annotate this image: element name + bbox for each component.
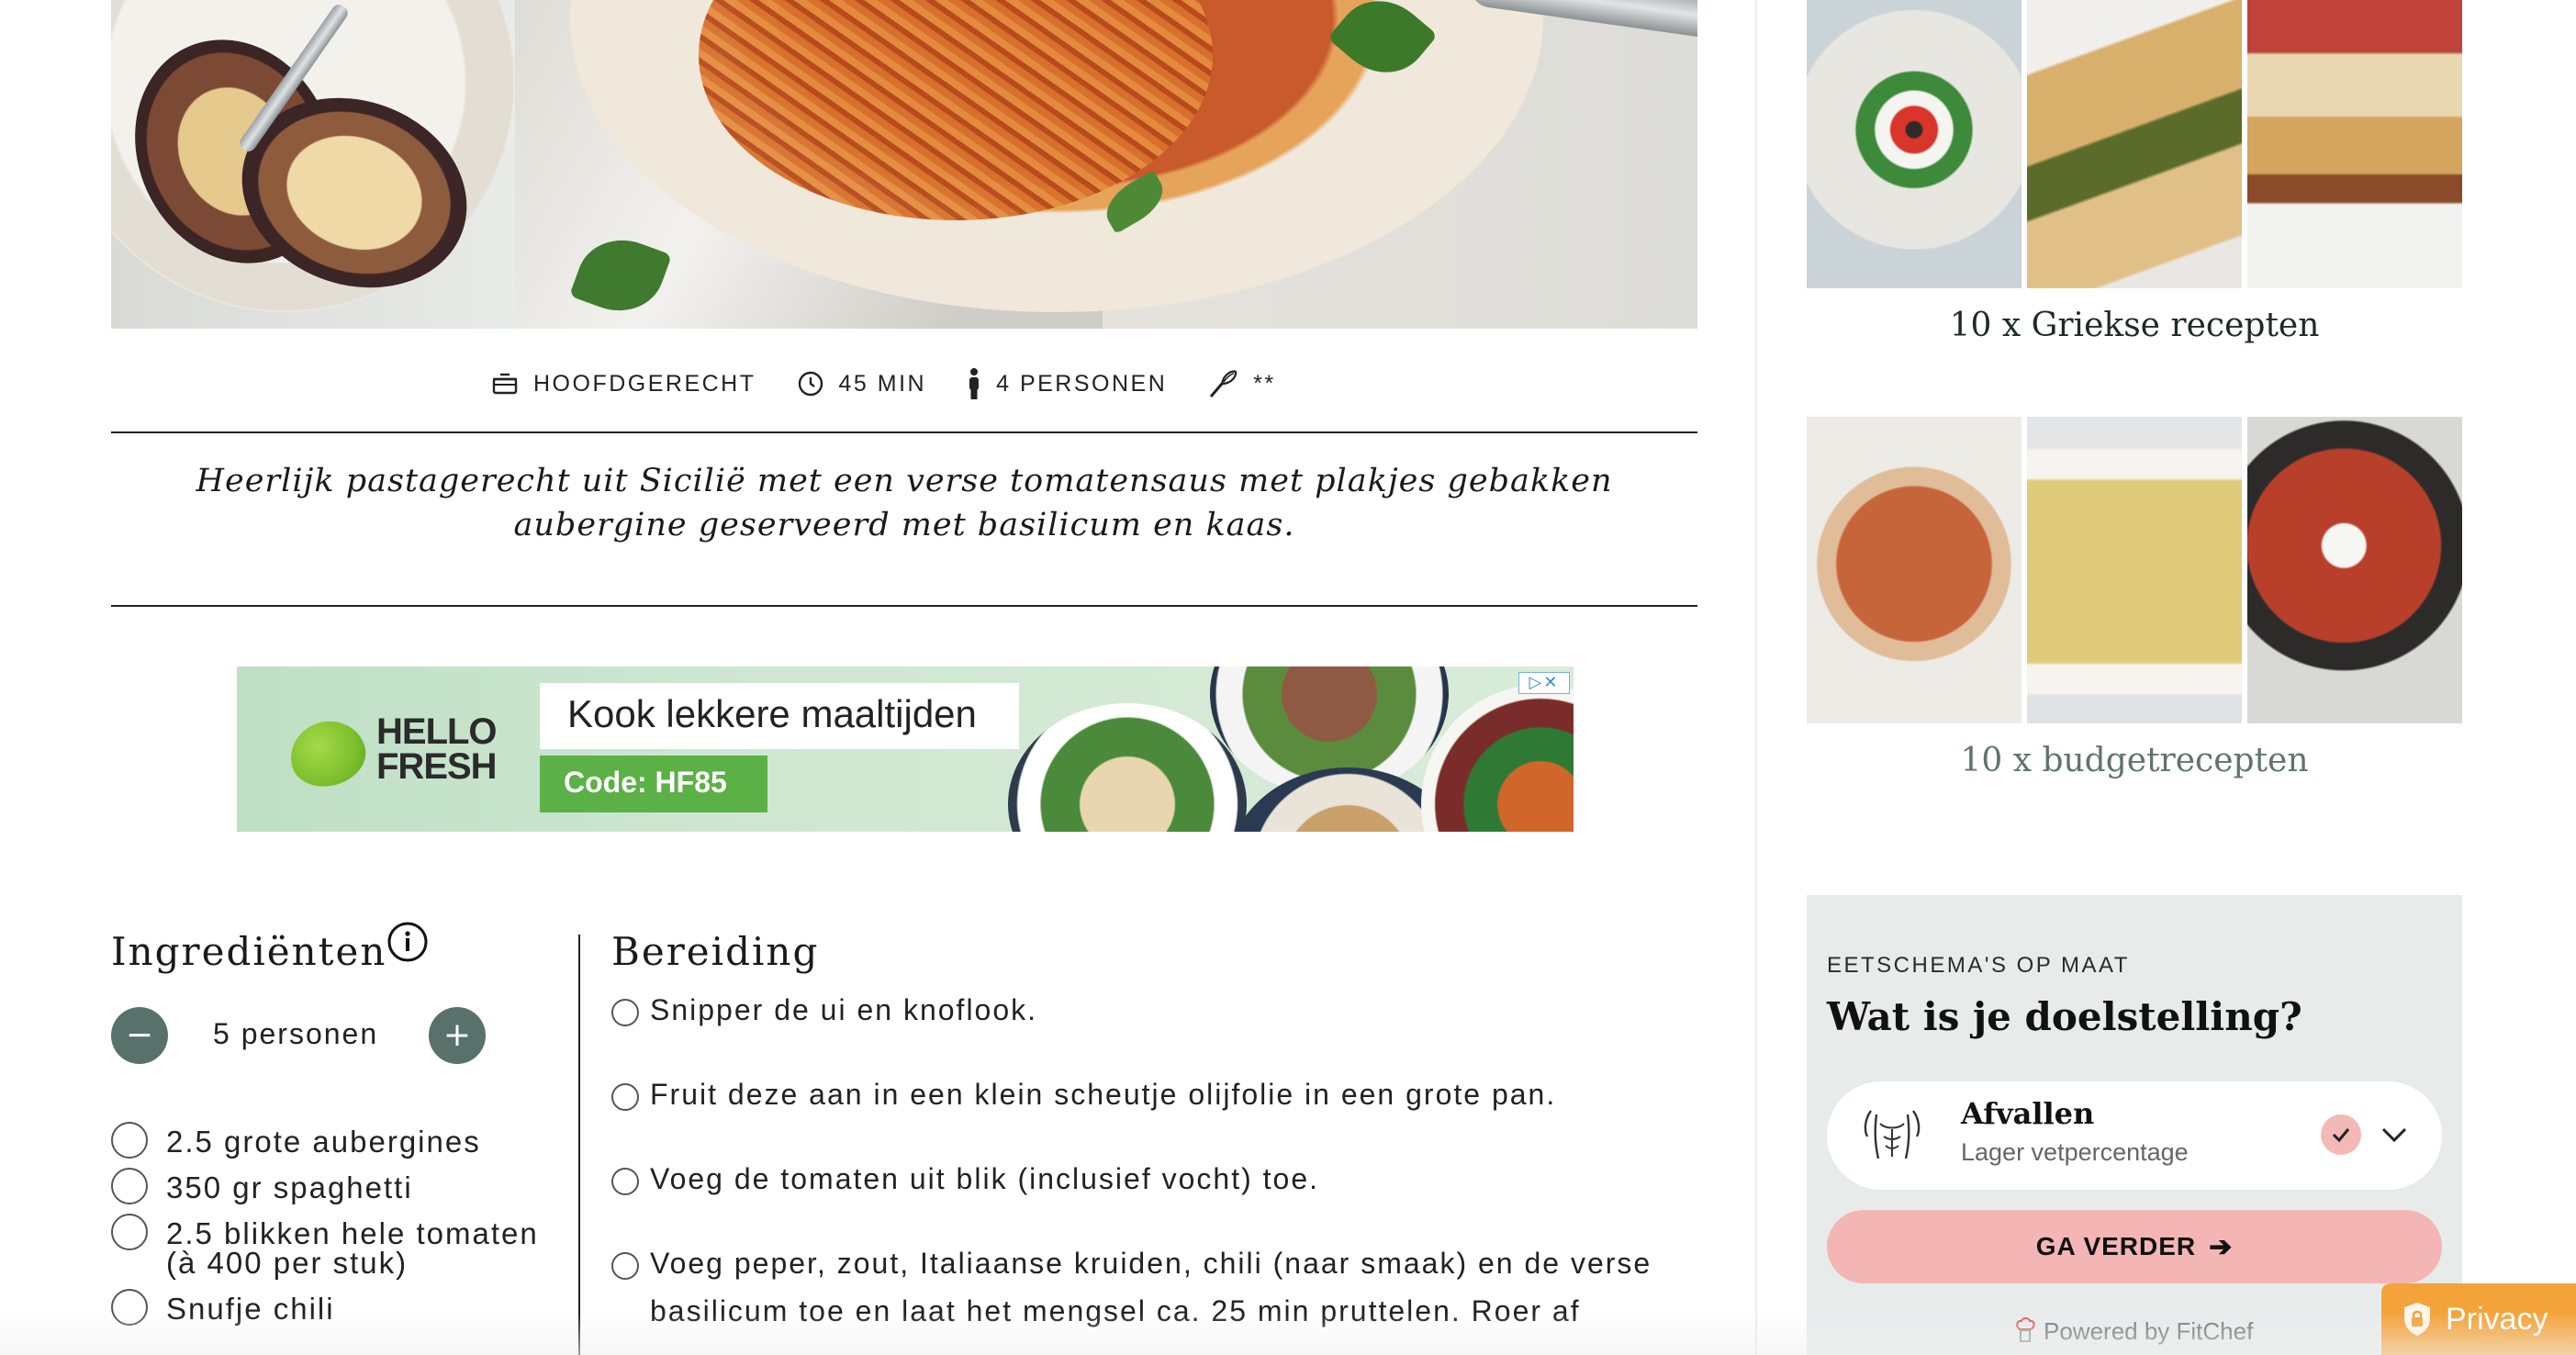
powered-by-fitchef[interactable]: Powered by FitChef bbox=[2014, 1316, 2253, 1346]
ingredient-item[interactable]: 2.5 blikken hele tomaten (à 400 per stuk… bbox=[111, 1214, 570, 1278]
arrow-right-icon: ➔ bbox=[2209, 1231, 2234, 1262]
column-divider bbox=[578, 935, 580, 1355]
step-checkbox[interactable] bbox=[611, 1083, 639, 1111]
budget-collection-images[interactable] bbox=[1807, 417, 2462, 723]
fitchef-kicker: EETSCHEMA'S OP MAAT bbox=[1827, 953, 2130, 978]
servings-label: 4 PERSONEN bbox=[996, 370, 1168, 397]
step-checkbox[interactable] bbox=[611, 1252, 639, 1280]
ad-choices-close-icon[interactable]: ▷✕ bbox=[1518, 672, 1570, 694]
preparation-step[interactable]: Fruit deze aan in een klein scheutje oli… bbox=[611, 1078, 1695, 1118]
ad-brand: HELLO FRESH bbox=[376, 711, 498, 787]
time-meta: 45 MIN bbox=[797, 370, 927, 398]
fitchef-title: Wat is je doelstelling? bbox=[1827, 994, 2302, 1039]
ad-code: Code: HF85 bbox=[564, 766, 727, 799]
check-icon bbox=[2321, 1114, 2361, 1155]
fitchef-logo-icon bbox=[2016, 1317, 2035, 1342]
goal-option-subtitle: Lager vetpercentage bbox=[1961, 1138, 2189, 1166]
preparation-step[interactable]: Voeg de tomaten uit blik (inclusief voch… bbox=[611, 1162, 1695, 1203]
time-label: 45 MIN bbox=[838, 370, 927, 397]
ingredient-checkbox[interactable] bbox=[111, 1168, 148, 1204]
ingredient-checkbox[interactable] bbox=[111, 1122, 148, 1159]
decrease-servings-button[interactable]: − bbox=[111, 1007, 168, 1064]
shield-lock-icon bbox=[2404, 1303, 2430, 1336]
continue-button[interactable]: GA VERDER ➔ bbox=[1827, 1210, 2442, 1283]
hellofresh-ad-banner[interactable]: HELLO FRESH Kook lekkere maaltijden Code… bbox=[237, 666, 1574, 832]
ingredient-checkbox[interactable] bbox=[111, 1214, 148, 1250]
difficulty-label: ** bbox=[1253, 370, 1276, 397]
clock-icon bbox=[798, 371, 823, 397]
privacy-button[interactable]: Privacy bbox=[2381, 1283, 2576, 1355]
whisk-icon bbox=[1210, 370, 1238, 398]
person-icon bbox=[969, 368, 980, 399]
lime-logo-icon bbox=[283, 712, 373, 795]
preparation-step[interactable]: Snipper de ui en knoflook. bbox=[611, 993, 1695, 1034]
increase-servings-button[interactable]: + bbox=[429, 1007, 486, 1064]
body-icon bbox=[1864, 1110, 1921, 1159]
divider-bottom bbox=[111, 605, 1697, 607]
goal-option: Afvallen bbox=[1961, 1096, 2095, 1131]
greek-collection-link[interactable]: 10 x Griekse recepten bbox=[1807, 307, 2462, 344]
ingredient-item[interactable]: Snufje chili bbox=[111, 1289, 570, 1326]
difficulty-meta: ** bbox=[1207, 368, 1275, 399]
servings-meta: 4 PERSONEN bbox=[967, 368, 1167, 399]
ingredient-item[interactable]: 2.5 grote aubergines bbox=[111, 1122, 570, 1159]
recipe-meta-row: HOOFDGERECHT 45 MIN 4 PERSONEN ** bbox=[491, 367, 1316, 400]
recipe-hero-image bbox=[111, 0, 1697, 329]
ingredient-item[interactable]: 350 gr spaghetti bbox=[111, 1168, 570, 1204]
course-meta: HOOFDGERECHT bbox=[491, 370, 756, 398]
ingredient-checkbox[interactable] bbox=[111, 1289, 148, 1326]
course-label: HOOFDGERECHT bbox=[533, 370, 756, 397]
servings-count: 5 personen bbox=[213, 1017, 379, 1050]
ingredients-title: Ingrediënten bbox=[111, 929, 387, 974]
recipe-intro: Heerlijk pastagerecht uit Sicilië met ee… bbox=[196, 463, 1613, 543]
preparation-steps: Snipper de ui en knoflook. Fruit deze aa… bbox=[611, 993, 1695, 1355]
step-checkbox[interactable] bbox=[611, 1168, 639, 1195]
greek-collection-images[interactable] bbox=[1807, 0, 2462, 288]
ad-headline: Kook lekkere maaltijden bbox=[567, 692, 977, 735]
pot-icon bbox=[492, 373, 518, 395]
budget-collection-link[interactable]: 10 x budgetrecepten bbox=[1807, 742, 2462, 779]
step-checkbox[interactable] bbox=[611, 999, 639, 1026]
divider-top bbox=[111, 431, 1697, 433]
sidebar-divider bbox=[1755, 0, 1757, 1355]
preparation-title: Bereiding bbox=[611, 929, 820, 974]
info-icon[interactable] bbox=[386, 921, 429, 963]
chevron-down-icon[interactable] bbox=[2380, 1120, 2409, 1149]
ingredient-list: 2.5 grote aubergines 350 gr spaghetti 2.… bbox=[111, 1122, 570, 1333]
preparation-step[interactable]: Voeg peper, zout, Italiaanse kruiden, ch… bbox=[611, 1247, 1695, 1335]
